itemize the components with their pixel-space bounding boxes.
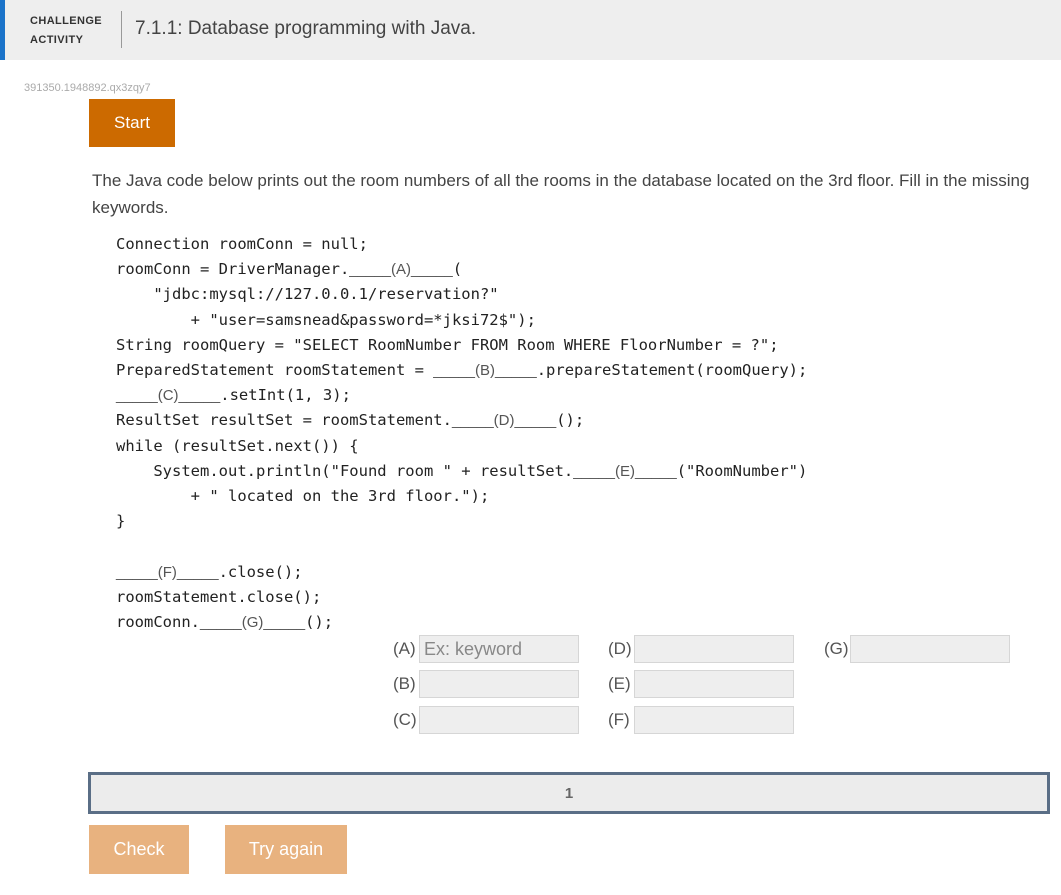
field-row-e: (E) (608, 670, 794, 698)
field-row-b: (B) (393, 670, 579, 698)
field-row-g: (G) (824, 635, 1010, 663)
answer-input-f[interactable] (634, 706, 794, 734)
blank-e: _____(E)_____ (573, 462, 677, 480)
code-line-7: _____(C)_____.setInt(1, 3); (116, 386, 351, 405)
blank-c: _____(C)_____ (116, 387, 221, 405)
answer-input-b[interactable] (419, 670, 579, 698)
blank-b: _____(B)_____ (433, 362, 537, 380)
progress-bar: 1 (88, 772, 1050, 814)
blank-a: _____(A)_____ (349, 261, 453, 279)
field-label-c: (C) (393, 710, 417, 729)
field-label-d: (D) (608, 639, 632, 658)
code-line-16: roomConn._____(G)_____(); (116, 613, 334, 632)
code-line-5: String roomQuery = "SELECT RoomNumber FR… (116, 335, 779, 354)
header-divider (121, 11, 122, 48)
progress-step-1[interactable]: 1 (565, 785, 573, 802)
blank-g: _____(G)_____ (200, 614, 306, 632)
field-row-a: (A) (393, 635, 579, 663)
code-line-2: roomConn = DriverManager._____(A)_____( (116, 260, 463, 279)
answer-input-d[interactable] (634, 635, 794, 663)
field-row-d: (D) (608, 635, 794, 663)
activity-id: 391350.1948892.qx3zqy7 (24, 82, 151, 94)
field-label-f: (F) (608, 710, 630, 729)
field-row-c: (C) (393, 706, 579, 734)
field-label-e: (E) (608, 674, 631, 693)
code-line-3: "jdbc:mysql://127.0.0.1/reservation?" (116, 285, 499, 304)
activity-header: CHALLENGE ACTIVITY 7.1.1: Database progr… (0, 0, 1061, 60)
field-label-g: (G) (824, 639, 849, 658)
start-button[interactable]: Start (89, 99, 175, 147)
code-line-1: Connection roomConn = null; (116, 235, 368, 253)
blank-d: _____(D)_____ (451, 412, 557, 430)
answer-input-a[interactable] (419, 635, 579, 663)
blank-f: _____(F)_____ (116, 563, 219, 581)
code-line-12: } (116, 512, 126, 531)
code-line-6: PreparedStatement roomStatement = _____(… (116, 361, 808, 380)
answer-input-e[interactable] (634, 670, 794, 698)
field-label-a: (A) (393, 639, 416, 658)
activity-type-label: CHALLENGE ACTIVITY (30, 12, 102, 50)
answer-input-c[interactable] (419, 706, 579, 734)
activity-type-line1: CHALLENGE (30, 15, 103, 27)
field-row-f: (F) (608, 706, 794, 734)
activity-type-line2: ACTIVITY (30, 34, 84, 46)
code-line-11: + " located on the 3rd floor."); (116, 487, 490, 506)
check-button[interactable]: Check (89, 825, 189, 874)
field-label-b: (B) (393, 674, 416, 693)
code-line-4: + "user=samsnead&password=*jksi72$"); (116, 310, 536, 329)
instructions-text: The Java code below prints out the room … (92, 171, 1030, 217)
code-line-14: _____(F)_____.close(); (116, 562, 303, 581)
answer-input-g[interactable] (850, 635, 1010, 663)
activity-title: 7.1.1: Database programming with Java. (135, 18, 477, 39)
code-line-10: System.out.println("Found room " + resul… (116, 461, 808, 480)
code-line-8: ResultSet resultSet = roomStatement.____… (116, 411, 585, 430)
code-line-9: while (resultSet.next()) { (116, 436, 359, 455)
code-block: Connection roomConn = null; roomConn = D… (116, 232, 807, 635)
code-line-15: roomStatement.close(); (116, 587, 322, 606)
try-again-button[interactable]: Try again (225, 825, 347, 874)
